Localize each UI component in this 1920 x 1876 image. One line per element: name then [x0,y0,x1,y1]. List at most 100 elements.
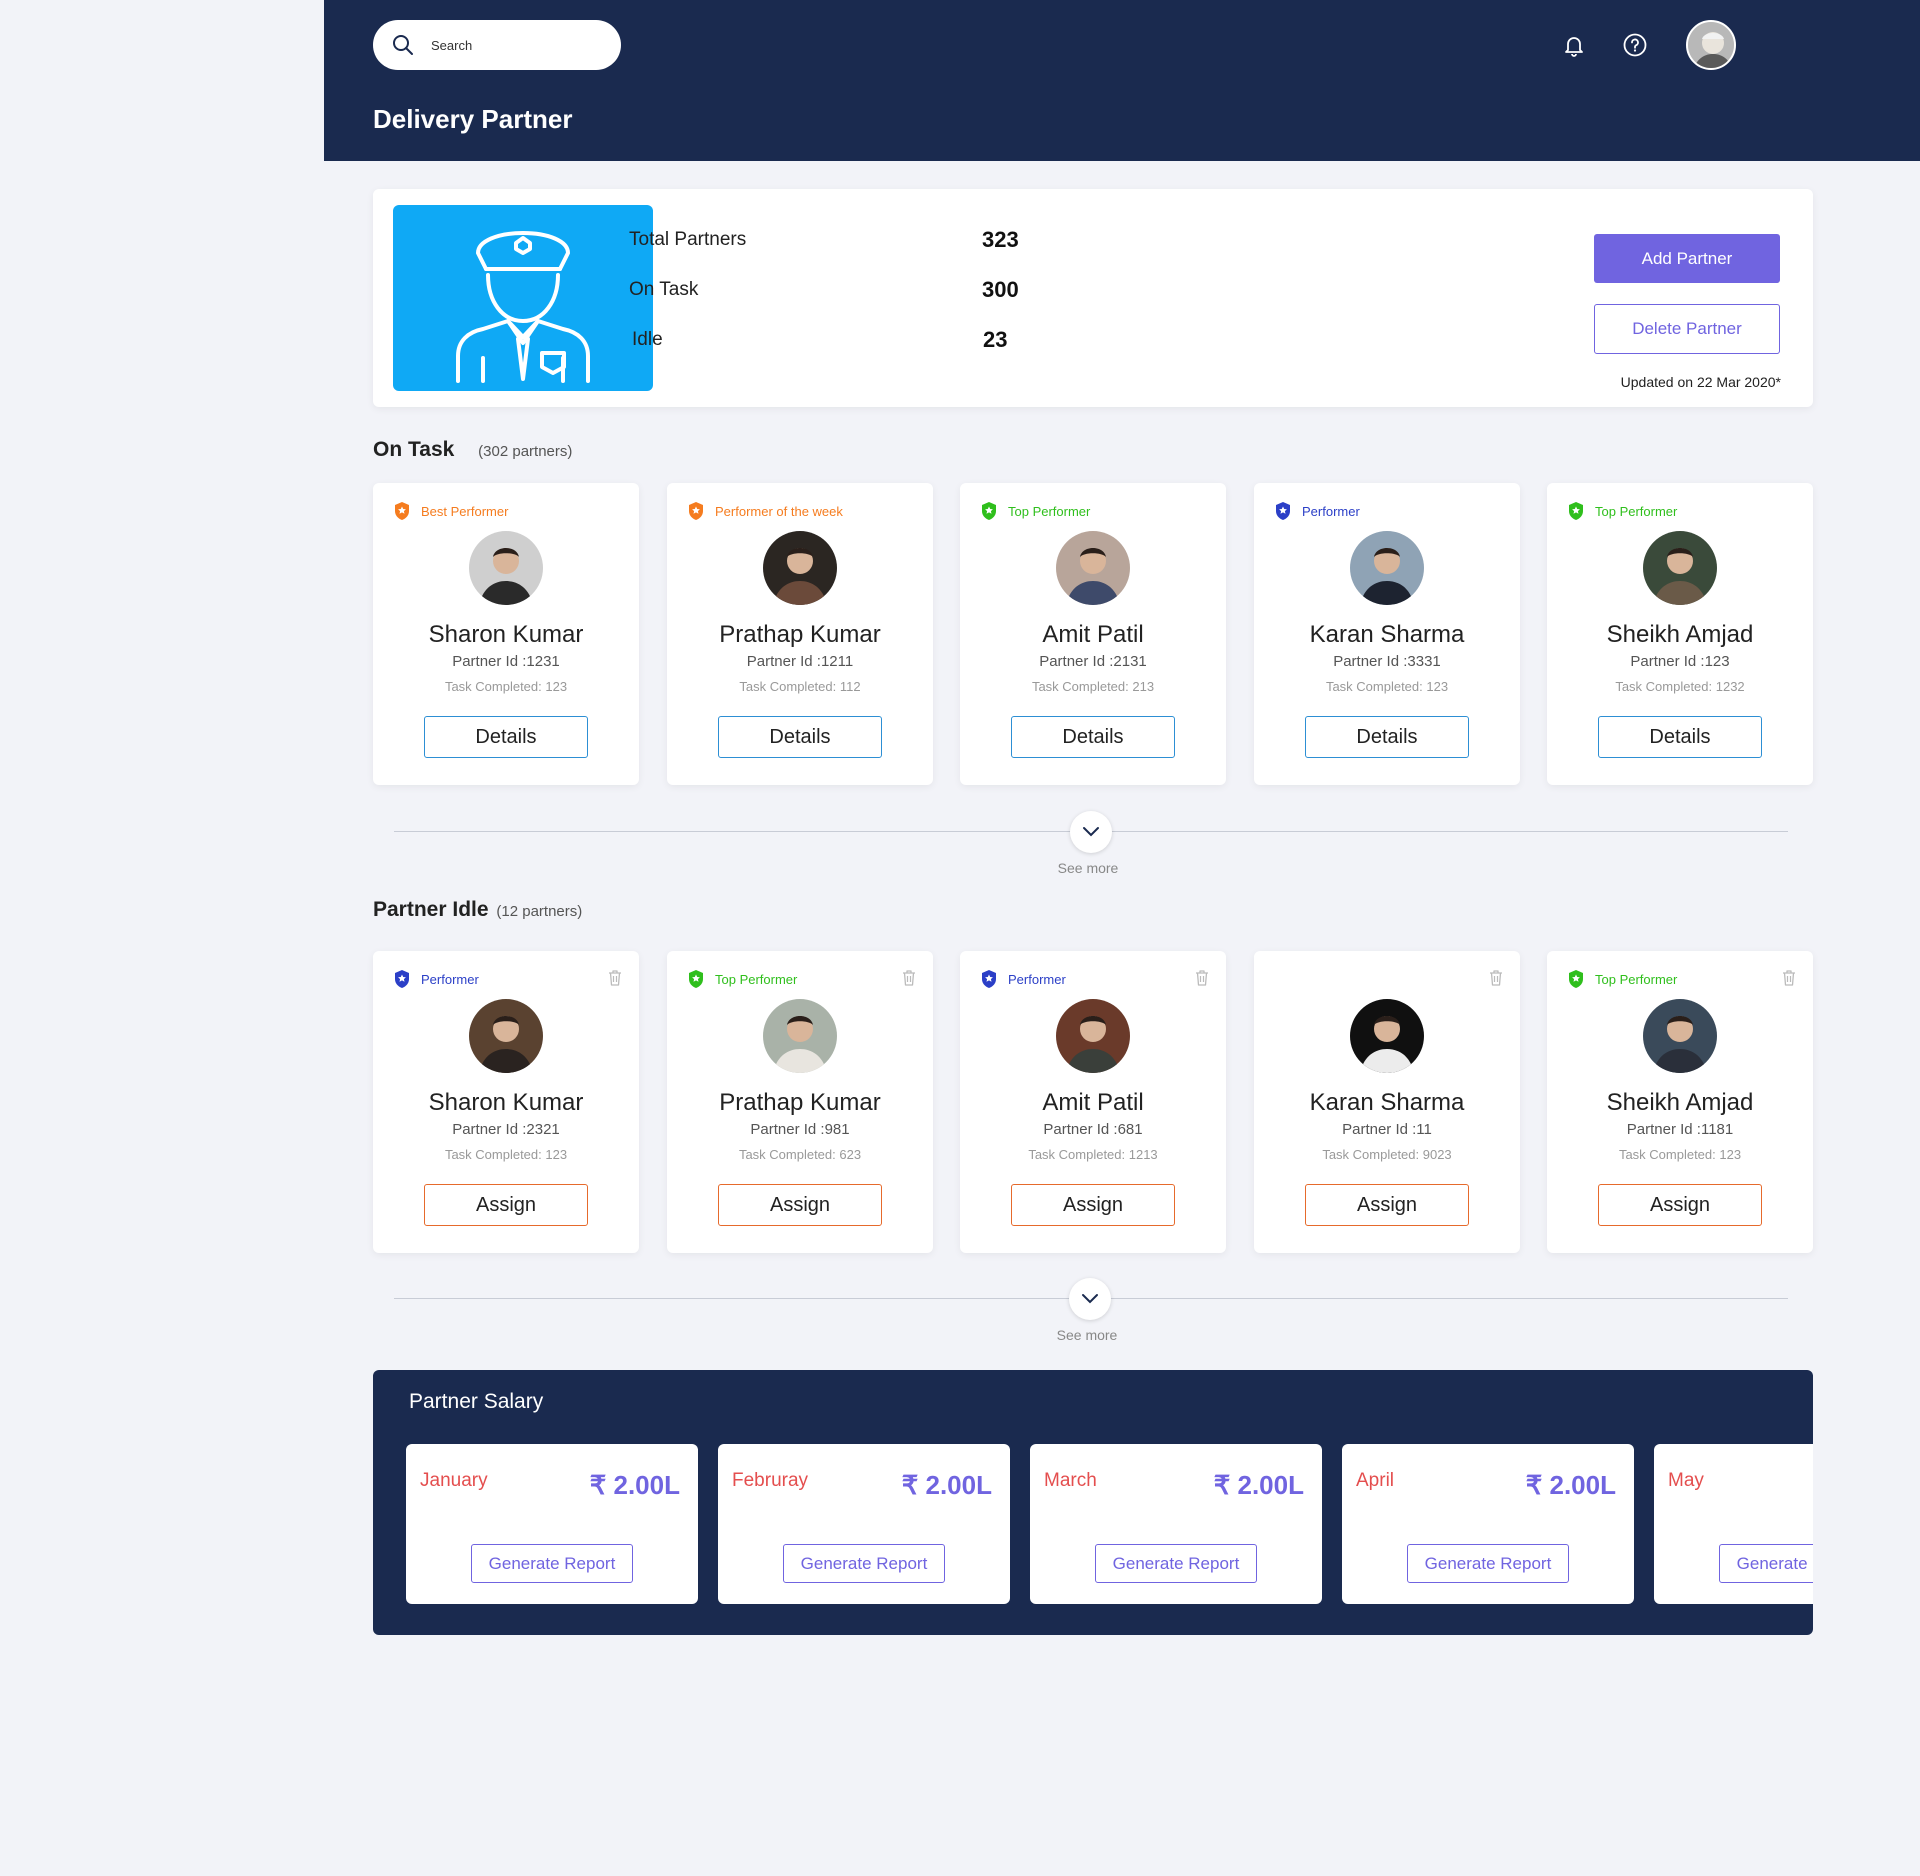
tasks-completed: Task Completed: 123 [1618,1147,1742,1162]
stat-label-idle: Idle [632,329,663,350]
shield-badge-icon [395,502,409,520]
updated-timestamp: Updated on 22 Mar 2020* [1620,374,1781,390]
performer-badge: Performer of the week [687,501,843,521]
shield-badge-icon [1569,970,1583,988]
partner-photo [469,999,543,1073]
partner-id: Partner Id :123 [1630,653,1730,670]
tasks-completed: Task Completed: 1213 [1028,1147,1158,1162]
month-label: January [420,1470,488,1491]
tasks-completed: Task Completed: 213 [1031,679,1155,694]
shield-badge-icon [689,502,703,520]
performer-badge: Top Performer [1567,501,1677,521]
see-more-link[interactable]: See more [1038,860,1138,876]
generate-report-button[interactable]: Generate Report [1719,1544,1813,1583]
assign-button[interactable]: Assign [1598,1184,1762,1226]
tasks-completed: Task Completed: 1232 [1615,679,1745,694]
partner-card: Performer Karan Sharma Partner Id :3331 Tas… [1254,483,1520,785]
generate-report-button[interactable]: Generate Report [783,1544,945,1583]
tasks-completed: Task Completed: 112 [739,679,861,694]
partner-photo [1643,999,1717,1073]
section-count: (12 partners) [496,903,583,920]
details-button[interactable]: Details [718,716,882,758]
assign-button[interactable]: Assign [718,1184,882,1226]
search-icon [393,35,413,55]
shield-badge-icon [1276,502,1290,520]
badge-label: Top Performer [1008,503,1091,519]
badge-label: Performer of the week [715,503,843,519]
top-header: Search Delivery Partner [324,0,1920,161]
partner-id: Partner Id :681 [1043,1121,1143,1138]
stat-value-idle: 23 [983,327,1008,352]
tasks-completed: Task Completed: 123 [444,1147,568,1162]
assign-button[interactable]: Assign [424,1184,588,1226]
salary-month-card: January ₹ 2.00L Generate Report [406,1444,698,1604]
section-title: On Task [373,438,455,461]
partner-name: Sheikh Amjad [1606,1089,1754,1116]
section-title: Partner Idle [373,898,489,921]
trash-icon[interactable] [1194,969,1210,987]
partner-name: Karan Sharma [1309,1089,1465,1116]
performer-badge: Performer [393,969,479,989]
trash-icon[interactable] [901,969,917,987]
generate-report-button[interactable]: Generate Report [1095,1544,1257,1583]
generate-report-button[interactable]: Generate Report [1407,1544,1569,1583]
month-label: April [1356,1470,1395,1491]
search-bar[interactable]: Search [373,20,621,70]
partner-photo [763,999,837,1073]
assign-button[interactable]: Assign [1011,1184,1175,1226]
details-button[interactable]: Details [1305,716,1469,758]
salary-month-card: May Generate Report [1654,1444,1813,1604]
details-button[interactable]: Details [1598,716,1762,758]
badge-label: Top Performer [1595,503,1678,519]
see-more-toggle[interactable] [1069,1278,1111,1320]
stat-value-total: 323 [982,227,1019,252]
partner-salary-panel: Partner Salary January ₹ 2.00L Generate Re… [373,1370,1813,1635]
trash-icon[interactable] [1488,969,1504,987]
shield-badge-icon [982,970,996,988]
see-more-toggle[interactable] [1070,811,1112,853]
stat-label-total: Total Partners [629,229,747,250]
trash-icon[interactable] [607,969,623,987]
partner-name: Amit Patil [1042,621,1144,648]
search-input[interactable]: Search [431,38,472,53]
badge-label: Top Performer [1595,971,1678,987]
details-button[interactable]: Details [424,716,588,758]
shield-badge-icon [395,970,409,988]
partner-photo [1056,999,1130,1073]
section-count: (302 partners) [478,443,573,460]
trash-icon[interactable] [1781,969,1797,987]
performer-badge: Performer [1274,501,1360,521]
shield-badge-icon [1569,502,1583,520]
month-label: March [1044,1470,1097,1491]
partner-id: Partner Id :1211 [746,653,854,670]
see-more-link[interactable]: See more [1037,1327,1137,1343]
partner-photo [1350,531,1424,605]
stat-label-on-task: On Task [629,279,699,300]
user-avatar[interactable] [1686,20,1736,70]
salary-amount: ₹ 2.00L [1525,1470,1616,1500]
month-label: May [1668,1470,1704,1491]
partner-photo [469,531,543,605]
partner-id: Partner Id :1181 [1626,1121,1734,1138]
partner-name: Karan Sharma [1309,621,1465,648]
tasks-completed: Task Completed: 9023 [1322,1147,1452,1162]
partner-photo [1643,531,1717,605]
generate-report-button[interactable]: Generate Report [471,1544,633,1583]
page-title: Delivery Partner [373,104,573,134]
shield-badge-icon [689,970,703,988]
partner-name: Sharon Kumar [428,1089,584,1116]
partner-card: Best Performer Sharon Kumar Partner Id :12… [373,483,639,785]
performer-badge: Top Performer [1567,969,1677,989]
partner-name: Sharon Kumar [428,621,584,648]
partner-id: Partner Id :2321 [452,1121,560,1138]
notification-bell-icon[interactable] [1559,30,1589,60]
partner-name: Prathap Kumar [719,621,881,648]
partner-card: Top Performer Prathap Kumar Partner Id :98… [667,951,933,1253]
add-partner-button[interactable]: Add Partner [1594,234,1780,283]
delete-partner-button[interactable]: Delete Partner [1594,304,1780,354]
help-icon[interactable] [1620,30,1650,60]
partner-photo [763,531,837,605]
details-button[interactable]: Details [1011,716,1175,758]
assign-button[interactable]: Assign [1305,1184,1469,1226]
partner-card: Top Performer Amit Patil Partner Id :2131 T… [960,483,1226,785]
